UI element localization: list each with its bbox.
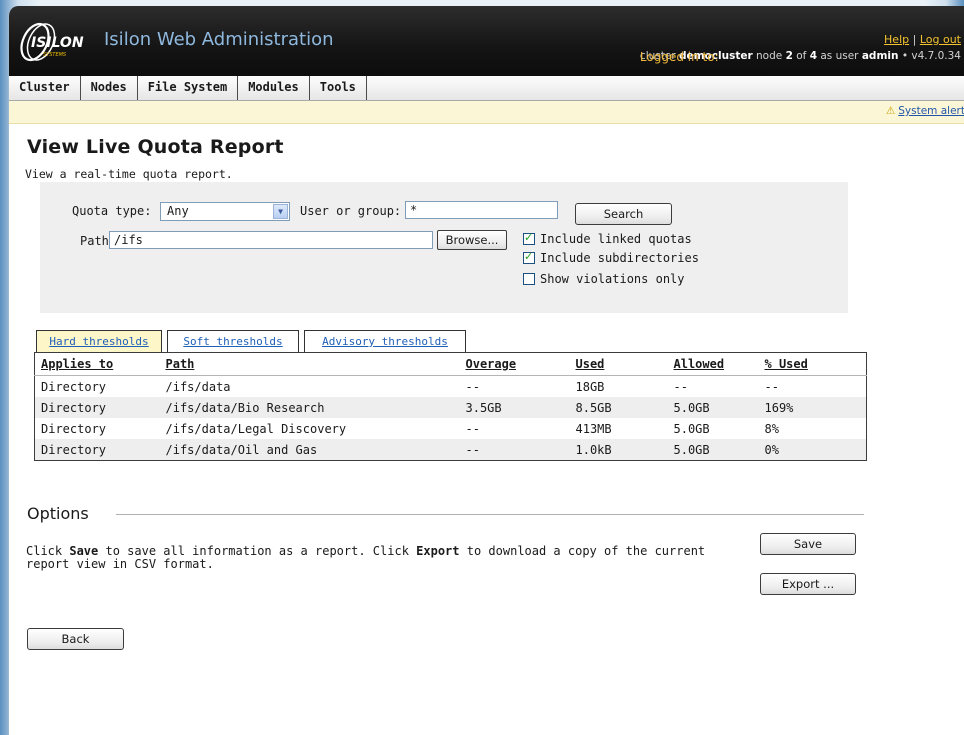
options-save-word: Save <box>69 544 99 558</box>
cell-allowed: 5.0GB <box>667 439 759 461</box>
node-number: 2 <box>785 50 793 62</box>
quota-type-label: Quota type: <box>72 204 152 218</box>
app-window: ISILON SYSTEMS Isilon Web Administration… <box>8 6 964 735</box>
cell-path: /ifs/data/Legal Discovery <box>165 421 347 436</box>
nav-nodes[interactable]: Nodes <box>81 76 138 100</box>
save-button[interactable]: Save <box>760 533 856 555</box>
tab-hard-thresholds[interactable]: Hard thresholds <box>36 330 162 353</box>
include-subdirs-label: Include subdirectories <box>540 251 699 265</box>
app-title: Isilon Web Administration <box>104 29 334 50</box>
quota-report-table: Applies to Path Overage Used Allowed % U… <box>34 352 867 461</box>
cell-percent-used: -- <box>764 379 779 394</box>
main-nav: Cluster Nodes File System Modules Tools <box>9 76 964 101</box>
col-allowed[interactable]: Allowed <box>667 352 759 376</box>
path-input[interactable]: /ifs <box>109 231 433 249</box>
col-path[interactable]: Path <box>159 352 460 376</box>
system-alert-link[interactable]: ⚠ System alert <box>886 105 964 117</box>
include-linked-label: Include linked quotas <box>540 232 692 246</box>
cell-overage: -- <box>459 439 570 461</box>
tab-soft-thresholds[interactable]: Soft thresholds <box>167 330 299 353</box>
include-subdirs-checkbox[interactable] <box>523 250 535 264</box>
cell-applies-to: Directory <box>34 439 160 461</box>
chevron-down-icon[interactable]: ▼ <box>273 204 288 219</box>
quota-type-select[interactable]: Any ▼ <box>160 202 290 221</box>
node-word: node <box>756 50 783 62</box>
cell-percent-used: 8% <box>764 421 779 436</box>
cell-path: /ifs/data <box>165 379 231 394</box>
warning-icon: ⚠ <box>885 105 896 117</box>
cell-path: /ifs/data/Oil and Gas <box>159 439 460 461</box>
cell-used: 8.5GB <box>569 397 668 418</box>
brand-sub-text: SYSTEMS <box>43 52 67 58</box>
col-overage[interactable]: Overage <box>459 352 570 376</box>
as-user-word: as user <box>820 50 859 62</box>
cell-applies-to: Directory <box>41 379 107 394</box>
cell-used: 1.0kB <box>569 439 668 461</box>
violations-only-label: Show violations only <box>540 272 685 286</box>
table-row: Directory /ifs/data/Oil and Gas -- 1.0kB… <box>34 439 867 461</box>
col-used[interactable]: Used <box>569 352 668 376</box>
export-button[interactable]: Export ... <box>760 573 856 595</box>
user-name: admin <box>861 50 899 62</box>
table-row: Directory /ifs/data/Bio Research 3.5GB 8… <box>34 397 867 418</box>
col-percent-used[interactable]: % Used <box>758 352 867 376</box>
cell-overage: -- <box>465 421 480 436</box>
page-subtitle: View a real-time quota report. <box>25 167 233 181</box>
nav-tools[interactable]: Tools <box>310 76 367 100</box>
logout-link[interactable]: Log out <box>920 33 961 46</box>
isilon-logo: ISILON SYSTEMS <box>17 20 87 64</box>
tab-advisory-thresholds[interactable]: Advisory thresholds <box>304 330 466 353</box>
cell-overage: -- <box>465 379 480 394</box>
help-links: Help | Log out <box>884 33 961 46</box>
cell-used: 413MB <box>575 421 612 436</box>
user-group-input[interactable]: * <box>405 201 558 219</box>
back-button[interactable]: Back <box>27 628 124 650</box>
cell-applies-to: Directory <box>34 397 160 418</box>
page-title: View Live Quota Report <box>27 136 284 158</box>
include-linked-checkbox[interactable] <box>523 231 535 245</box>
cell-used: 18GB <box>575 379 605 394</box>
nav-cluster[interactable]: Cluster <box>9 76 81 100</box>
table-header-row: Applies to Path Overage Used Allowed % U… <box>34 352 867 376</box>
system-alert-label: System alert <box>898 105 964 117</box>
login-info: Logged in to: cluster democluster node 2… <box>639 50 961 64</box>
options-description: Click Save to save all information as a … <box>26 545 746 571</box>
cell-overage: 3.5GB <box>459 397 570 418</box>
alert-bar: ⚠ System alert <box>9 101 964 124</box>
options-text-2: to save all information as a report. Cli… <box>98 544 417 558</box>
help-link[interactable]: Help <box>884 33 909 46</box>
cell-allowed: 5.0GB <box>667 397 759 418</box>
cell-percent-used: 0% <box>758 439 867 461</box>
nav-file-system[interactable]: File System <box>138 76 239 100</box>
browse-button[interactable]: Browse... <box>437 230 507 250</box>
node-total: 4 <box>809 50 817 62</box>
options-text-1: Click <box>26 544 70 558</box>
cell-allowed: -- <box>673 379 688 394</box>
options-export-word: Export <box>416 544 460 558</box>
of-word: of <box>796 50 807 62</box>
bullet: • <box>901 50 909 62</box>
login-prefix: Logged in to: <box>639 50 719 64</box>
version-text: v4.7.0.34 <box>911 50 961 62</box>
nav-modules[interactable]: Modules <box>238 76 310 100</box>
table-row: Directory /ifs/data -- 18GB -- -- <box>35 376 867 398</box>
user-group-label: User or group: <box>300 204 402 218</box>
cell-path: /ifs/data/Bio Research <box>159 397 460 418</box>
table-row: Directory /ifs/data/Legal Discovery -- 4… <box>35 418 867 439</box>
cell-applies-to: Directory <box>41 421 107 436</box>
search-button[interactable]: Search <box>575 203 672 225</box>
cell-allowed: 5.0GB <box>673 421 710 436</box>
violations-only-checkbox[interactable] <box>523 273 535 285</box>
header-bar: ISILON SYSTEMS Isilon Web Administration… <box>9 6 964 76</box>
quota-type-value: Any <box>167 204 189 218</box>
cell-percent-used: 169% <box>758 397 867 418</box>
options-divider <box>116 514 864 515</box>
options-heading: Options <box>27 504 89 523</box>
link-separator: | <box>912 33 917 46</box>
brand-text: ISILON <box>31 35 84 51</box>
col-applies-to[interactable]: Applies to <box>34 352 160 376</box>
